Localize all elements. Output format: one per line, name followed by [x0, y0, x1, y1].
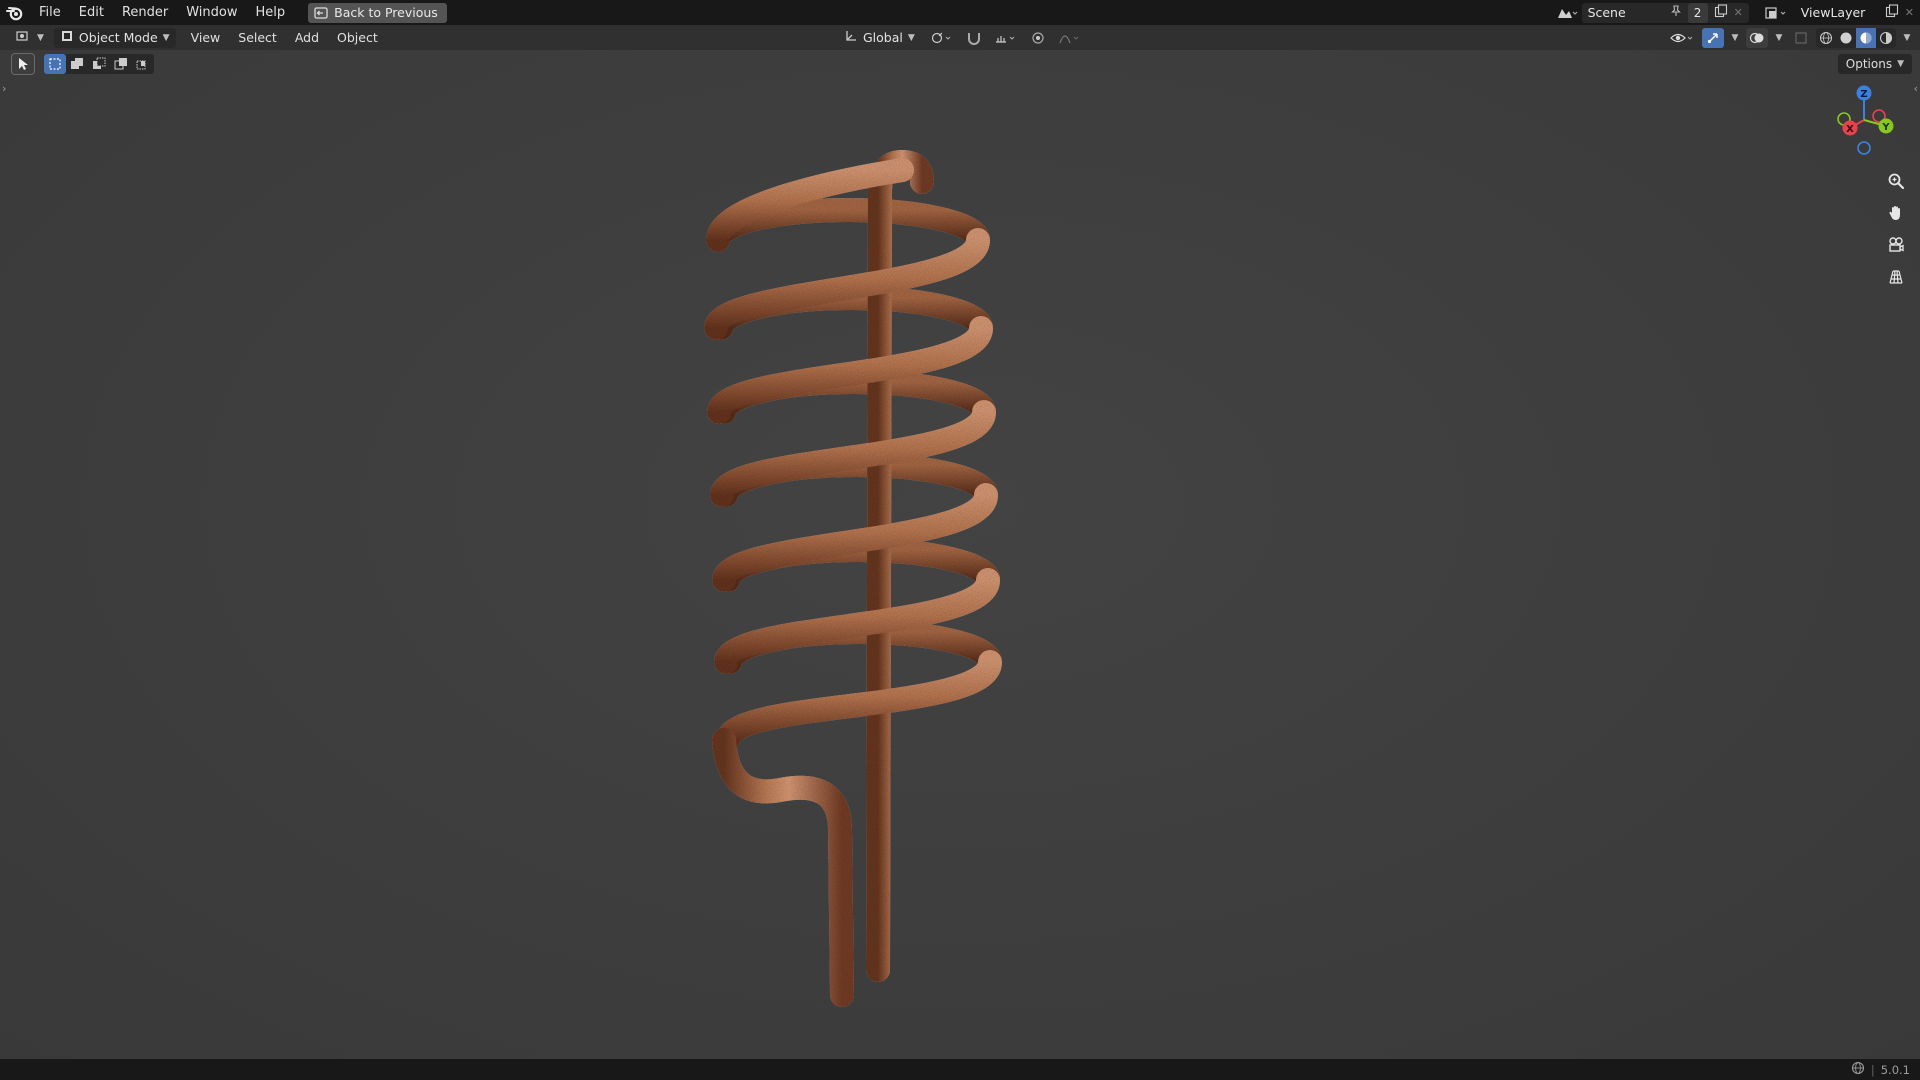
blender-logo-icon[interactable]	[0, 0, 30, 25]
toolbar-expand-arrow-icon[interactable]: ›	[2, 82, 6, 95]
shading-mode-group	[1816, 27, 1896, 48]
orientation-axes-icon	[844, 29, 858, 46]
close-view-layer-icon[interactable]: ✕	[1905, 6, 1914, 19]
menu-select[interactable]: Select	[229, 30, 286, 45]
show-overlays-icon[interactable]	[1746, 27, 1768, 48]
copper-coil-model[interactable]	[640, 110, 1040, 1010]
proportional-editing-icon[interactable]	[1027, 28, 1049, 48]
cursor-select-icon[interactable]	[11, 53, 35, 75]
chevron-down-icon: ▼	[162, 32, 170, 43]
box-select-intersect-icon[interactable]	[132, 54, 154, 74]
coil-ring-front	[716, 650, 1002, 752]
menu-window[interactable]: Window	[177, 0, 246, 25]
falloff-curve-icon[interactable]	[1055, 28, 1085, 48]
scene-icon[interactable]	[1552, 4, 1582, 22]
material-preview-shading-icon[interactable]	[1856, 27, 1876, 48]
new-view-layer-icon[interactable]	[1885, 4, 1899, 21]
status-separator: |	[1870, 1062, 1875, 1077]
xray-toggle-icon[interactable]	[1790, 28, 1812, 48]
mode-dropdown[interactable]: Object Mode ▼	[53, 27, 176, 48]
menu-object[interactable]: Object	[328, 30, 387, 45]
scene-name: Scene	[1587, 5, 1626, 20]
scene-users-count: 2	[1687, 2, 1708, 23]
camera-view-icon[interactable]	[1882, 232, 1910, 258]
view-layer-selector[interactable]: ViewLayer ✕	[1794, 2, 1920, 23]
object-mode-icon	[60, 29, 74, 46]
box-select-invert-icon[interactable]	[110, 54, 132, 74]
visibility-eye-icon[interactable]	[1668, 28, 1698, 48]
scene-selector[interactable]: Scene 2 ✕	[1581, 2, 1749, 23]
menu-add[interactable]: Add	[286, 30, 328, 45]
snap-target-icon[interactable]	[991, 28, 1021, 48]
mode-label: Object Mode	[78, 30, 158, 45]
coil-bottom-lead	[712, 728, 854, 1007]
chevron-down-icon: ▼	[907, 32, 915, 43]
chevron-down-icon: ▼	[1897, 59, 1904, 69]
solid-shading-icon[interactable]	[1836, 28, 1856, 48]
editor-type-icon	[16, 29, 32, 46]
box-select-extend-icon[interactable]	[66, 54, 88, 74]
pivot-point-icon[interactable]	[927, 28, 957, 48]
show-gizmo-icon[interactable]	[1702, 27, 1724, 48]
chevron-down-icon[interactable]: ▼	[1728, 28, 1742, 48]
menu-file[interactable]: File	[30, 0, 70, 25]
chevron-down-icon[interactable]: ▼	[1772, 28, 1786, 48]
options-dropdown[interactable]: Options ▼	[1837, 54, 1912, 74]
ortho-grid-icon[interactable]	[1882, 264, 1910, 290]
selection-mode-group	[44, 54, 154, 74]
pin-icon[interactable]	[1670, 5, 1682, 20]
blender-version: 5.0.1	[1880, 1062, 1910, 1077]
network-globe-icon	[1851, 1061, 1865, 1078]
close-icon[interactable]: ✕	[1734, 6, 1743, 19]
gizmo-neg-z[interactable]	[1857, 141, 1871, 155]
gizmo-x-label: X	[1846, 124, 1854, 135]
box-select-new-icon[interactable]	[44, 54, 66, 74]
menu-edit[interactable]: Edit	[70, 0, 113, 25]
menu-render[interactable]: Render	[113, 0, 177, 25]
menu-help[interactable]: Help	[247, 0, 295, 25]
zoom-icon[interactable]	[1882, 168, 1910, 194]
view-layer-name: ViewLayer	[1800, 5, 1866, 20]
snap-magnet-icon[interactable]	[963, 28, 985, 48]
gizmo-z-label: Z	[1860, 89, 1867, 100]
menu-view[interactable]: View	[182, 30, 230, 45]
navigation-buttons	[1882, 168, 1910, 290]
new-scene-icon[interactable]	[1714, 4, 1728, 21]
view-layer-icon[interactable]	[1759, 4, 1795, 22]
options-label: Options	[1845, 57, 1893, 71]
sidebar-expand-arrow-icon[interactable]: ‹	[1914, 82, 1918, 95]
gizmo-y-label: Y	[1881, 122, 1890, 133]
coil-geometry	[704, 149, 1002, 1007]
wireframe-shading-icon[interactable]	[1816, 28, 1836, 48]
navigation-gizmo[interactable]: Z X Y	[1824, 80, 1904, 160]
transform-orientation-dropdown[interactable]: Global ▼	[838, 28, 921, 48]
status-bar: | 5.0.1	[0, 1059, 1920, 1080]
box-select-subtract-icon[interactable]	[88, 54, 110, 74]
back-screen-icon	[314, 6, 328, 19]
tool-settings-row	[11, 53, 154, 75]
chevron-down-icon[interactable]: ▼	[1900, 28, 1914, 48]
viewport-header: ▼ Object Mode ▼ View Select Add Object G…	[0, 25, 1920, 50]
chevron-down-icon: ▼	[37, 32, 44, 43]
3d-viewport[interactable]: Options ▼ › ‹ Z X Y	[0, 50, 1920, 1059]
editor-type-dropdown[interactable]: ▼	[10, 28, 50, 48]
back-to-previous-label: Back to Previous	[334, 5, 438, 20]
top-menu-bar: File Edit Render Window Help Back to Pre…	[0, 0, 1920, 25]
rendered-shading-icon[interactable]	[1876, 28, 1896, 48]
orientation-label: Global	[863, 30, 903, 45]
pan-hand-icon[interactable]	[1882, 200, 1910, 226]
back-to-previous-button[interactable]: Back to Previous	[308, 2, 447, 23]
